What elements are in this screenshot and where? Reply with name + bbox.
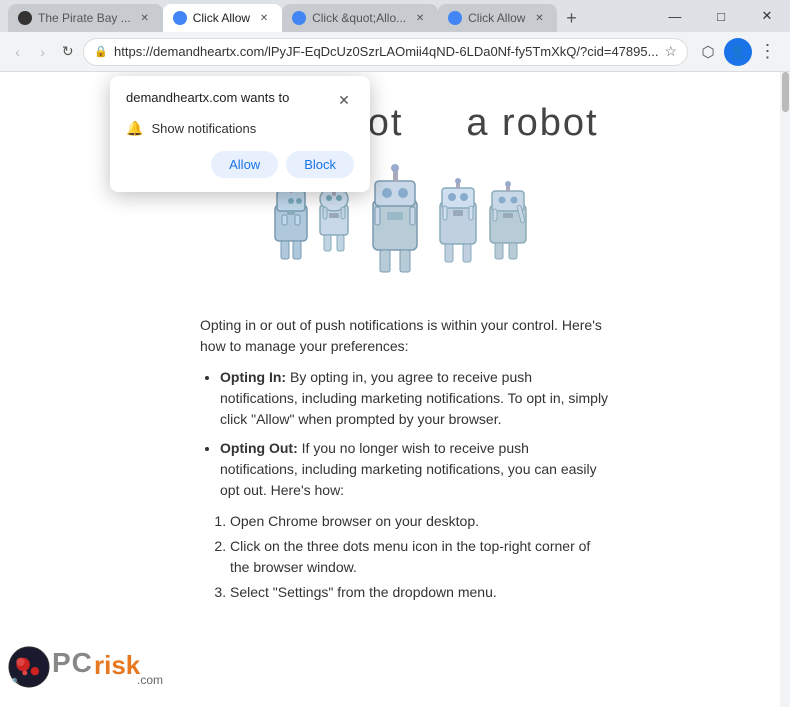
tab-close-4[interactable]: ✕ — [531, 10, 547, 26]
popup-close-button[interactable]: ✕ — [334, 90, 354, 110]
title-bar: The Pirate Bay ... ✕ Click Allow ✕ Click… — [0, 0, 790, 32]
robot-text: a robot — [466, 102, 598, 144]
tab-favicon-1 — [18, 11, 32, 25]
popup-header: demandheartx.com wants to ✕ — [126, 90, 354, 110]
nav-right-buttons: ⬡ 👤 ⋮ — [694, 38, 782, 66]
bookmark-icon[interactable]: ☆ — [664, 43, 677, 60]
pcrisk-logo: 🔍 PC risk .com — [0, 627, 190, 707]
step-3: Select "Settings" from the dropdown menu… — [230, 582, 610, 603]
article-section: Opting in or out of push notifications i… — [0, 295, 790, 627]
allow-button[interactable]: Allow — [211, 151, 278, 178]
reload-button[interactable]: ↻ — [58, 38, 77, 66]
tab-close-1[interactable]: ✕ — [137, 10, 153, 26]
tab-click-allow-1[interactable]: Click Allow ✕ — [163, 4, 282, 32]
pcrisk-wordmark: PC risk .com — [52, 642, 182, 687]
bullet-opting-out: Opting Out: If you no longer wish to rec… — [220, 438, 610, 501]
tab-click-quote-allo[interactable]: Click &quot;Allo... ✕ — [282, 4, 438, 32]
tab-label-1: The Pirate Bay ... — [38, 11, 131, 25]
svg-text:🔍: 🔍 — [12, 677, 19, 685]
gap-spaces — [429, 102, 454, 144]
address-text: https://demandheartx.com/lPyJF-EqDcUz0Sz… — [114, 44, 658, 59]
popup-permission-row: 🔔 Show notifications — [126, 120, 354, 137]
tab-favicon-4 — [448, 11, 462, 25]
bullets-list: Opting In: By opting in, you agree to re… — [220, 367, 610, 501]
tab-close-3[interactable]: ✕ — [412, 10, 428, 26]
address-bar[interactable]: 🔒 https://demandheartx.com/lPyJF-EqDcUz0… — [83, 38, 688, 66]
forward-button[interactable]: › — [33, 38, 52, 66]
scrollbar-thumb[interactable] — [782, 72, 789, 112]
menu-button[interactable]: ⋮ — [754, 38, 782, 66]
extension-button[interactable]: ⬡ — [694, 38, 722, 66]
opting-out-title: Opting Out: — [220, 440, 298, 456]
notification-popup: demandheartx.com wants to ✕ 🔔 Show notif… — [110, 76, 370, 192]
back-button[interactable]: ‹ — [8, 38, 27, 66]
step-1: Open Chrome browser on your desktop. — [230, 511, 610, 532]
tabs-area: The Pirate Bay ... ✕ Click Allow ✕ Click… — [0, 0, 652, 32]
tab-favicon-3 — [292, 11, 306, 25]
svg-text:.com: .com — [137, 673, 163, 687]
content-area: you are not a robot — [0, 72, 790, 707]
tab-label-2: Click Allow — [193, 11, 250, 25]
browser-frame: The Pirate Bay ... ✕ Click Allow ✕ Click… — [0, 0, 790, 707]
pcrisk-text: PC risk .com — [52, 642, 182, 692]
popup-title: demandheartx.com wants to — [126, 90, 289, 105]
bullet-opting-in: Opting In: By opting in, you agree to re… — [220, 367, 610, 430]
navigation-bar: ‹ › ↻ 🔒 https://demandheartx.com/lPyJF-E… — [0, 32, 790, 72]
tab-label-4: Click Allow — [468, 11, 525, 25]
tab-close-2[interactable]: ✕ — [256, 10, 272, 26]
steps-list: Open Chrome browser on your desktop. Cli… — [230, 511, 610, 603]
tab-label-3: Click &quot;Allo... — [312, 11, 406, 25]
step-2: Click on the three dots menu icon in the… — [230, 536, 610, 578]
new-tab-button[interactable]: + — [557, 4, 585, 32]
scrollbar[interactable] — [780, 72, 790, 707]
profile-button[interactable]: 👤 — [724, 38, 752, 66]
minimize-button[interactable]: — — [652, 0, 698, 32]
svg-text:PC: PC — [52, 647, 93, 678]
svg-text:risk: risk — [94, 650, 141, 680]
permission-text: Show notifications — [151, 121, 256, 136]
tab-pirate-bay[interactable]: The Pirate Bay ... ✕ — [8, 4, 163, 32]
maximize-button[interactable]: □ — [698, 0, 744, 32]
opting-in-title: Opting In: — [220, 369, 286, 385]
window-controls: — □ ✕ — [652, 0, 790, 32]
close-window-button[interactable]: ✕ — [744, 0, 790, 32]
security-icon: 🔒 — [94, 45, 108, 58]
article-intro: Opting in or out of push notifications i… — [200, 315, 610, 357]
tab-click-allow-2[interactable]: Click Allow ✕ — [438, 4, 557, 32]
pcrisk-icon: 🔍 — [8, 642, 50, 692]
popup-buttons: Allow Block — [126, 151, 354, 178]
bell-icon: 🔔 — [126, 120, 143, 137]
tab-favicon-2 — [173, 11, 187, 25]
block-button[interactable]: Block — [286, 151, 354, 178]
